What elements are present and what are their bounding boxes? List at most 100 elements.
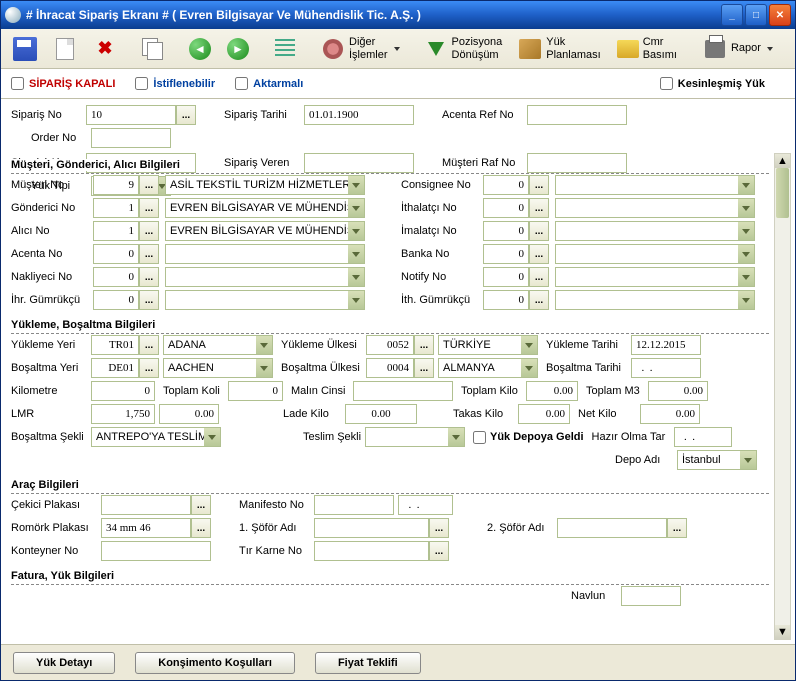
nakliyeci-no-no-input[interactable] <box>93 267 139 287</box>
bosaltma-yeri-combo[interactable]: AACHEN <box>163 358 273 378</box>
diger-islemler-button[interactable]: Diğer İşlemler <box>315 32 406 64</box>
imalatci-no-combo[interactable] <box>555 221 755 241</box>
ihr-gumrukcu-combo[interactable] <box>165 290 365 310</box>
gonderici-no-combo[interactable]: EVREN BİLGİSAYAR VE MÜHENDİST <box>165 198 365 218</box>
scroll-thumb[interactable] <box>776 168 789 218</box>
alici-no-lookup[interactable]: ... <box>139 221 159 241</box>
sofor2-input[interactable] <box>557 518 667 538</box>
ithalatci-no-lookup[interactable]: ... <box>529 198 549 218</box>
ihr-gumrukcu-no-input[interactable] <box>93 290 139 310</box>
romork-lookup[interactable]: ... <box>191 518 211 538</box>
tirkarne-input[interactable] <box>314 541 429 561</box>
yuk-planlamasi-button[interactable]: Yük Planlaması <box>512 32 606 64</box>
save-button[interactable] <box>7 33 43 65</box>
acenta-ref-input[interactable] <box>527 105 627 125</box>
siparis-no-lookup[interactable]: ... <box>176 105 196 125</box>
yukleme-yeri-lookup[interactable]: ... <box>139 335 159 355</box>
close-button[interactable]: ✕ <box>769 4 791 26</box>
lade-kilo-input[interactable] <box>345 404 417 424</box>
romork-input[interactable] <box>101 518 191 538</box>
minimize-button[interactable]: _ <box>721 4 743 26</box>
ithalatci-no-combo[interactable] <box>555 198 755 218</box>
gonderici-no-no-input[interactable] <box>93 198 139 218</box>
bosaltma-ulke-code[interactable] <box>366 358 414 378</box>
siparis-tarihi-input[interactable] <box>304 105 414 125</box>
sofor2-lookup[interactable]: ... <box>667 518 687 538</box>
ihr-gumrukcu-lookup[interactable]: ... <box>139 290 159 310</box>
alici-no-no-input[interactable] <box>93 221 139 241</box>
acenta-no-no-input[interactable] <box>93 244 139 264</box>
fiyat-teklifi-button[interactable]: Fiyat Teklifi <box>315 652 421 674</box>
list-button[interactable] <box>267 33 303 65</box>
notify-no-combo[interactable] <box>555 267 755 287</box>
menu-button[interactable]: Menü <box>791 33 796 65</box>
sofor1-input[interactable] <box>314 518 429 538</box>
malin-cinsi-input[interactable] <box>353 381 453 401</box>
bosaltma-ulke-lookup[interactable]: ... <box>414 358 434 378</box>
notify-no-no-input[interactable] <box>483 267 529 287</box>
musteri-no-combo[interactable]: ASİL TEKSTİL TURİZM HİZMETLERİ <box>165 175 365 195</box>
banka-no-lookup[interactable]: ... <box>529 244 549 264</box>
imalatci-no-lookup[interactable]: ... <box>529 221 549 241</box>
takas-kilo-input[interactable] <box>518 404 570 424</box>
cekici-input[interactable] <box>101 495 191 515</box>
lmr1-input[interactable] <box>91 404 155 424</box>
yukleme-tarihi-input[interactable] <box>631 335 701 355</box>
lmr2-input[interactable] <box>159 404 219 424</box>
consignee-no-lookup[interactable]: ... <box>529 175 549 195</box>
nakliyeci-no-combo[interactable] <box>165 267 365 287</box>
sofor1-lookup[interactable]: ... <box>429 518 449 538</box>
manifesto-input[interactable] <box>314 495 394 515</box>
yukleme-ulke-lookup[interactable]: ... <box>414 335 434 355</box>
yukleme-ulke-code[interactable] <box>366 335 414 355</box>
bosaltma-ulke-combo[interactable]: ALMANYA <box>438 358 538 378</box>
kesinlesmis-yuk-check[interactable]: Kesinleşmiş Yük <box>660 77 765 90</box>
prev-button[interactable]: ◄ <box>183 34 217 64</box>
ithalatci-no-no-input[interactable] <box>483 198 529 218</box>
ith-gumrukcu-no-input[interactable] <box>483 290 529 310</box>
bosaltma-tarihi-input[interactable] <box>631 358 701 378</box>
aktarmali-check[interactable]: Aktarmalı <box>235 77 303 90</box>
rapor-button[interactable]: Rapor <box>697 33 779 65</box>
imalatci-no-no-input[interactable] <box>483 221 529 241</box>
istiflenebilir-check[interactable]: İstiflenebilir <box>135 77 215 90</box>
musteri-no-no-input[interactable] <box>93 175 139 195</box>
ith-gumrukcu-combo[interactable] <box>555 290 755 310</box>
ith-gumrukcu-lookup[interactable]: ... <box>529 290 549 310</box>
consignee-no-combo[interactable] <box>555 175 755 195</box>
tirkarne-lookup[interactable]: ... <box>429 541 449 561</box>
maximize-button[interactable]: □ <box>745 4 767 26</box>
konteyner-input[interactable] <box>101 541 211 561</box>
new-button[interactable] <box>47 33 83 65</box>
banka-no-combo[interactable] <box>555 244 755 264</box>
kilometre-input[interactable] <box>91 381 155 401</box>
depo-adi-combo[interactable]: İstanbul <box>677 450 757 470</box>
banka-no-no-input[interactable] <box>483 244 529 264</box>
next-button[interactable]: ► <box>221 34 255 64</box>
scroll-down-icon[interactable]: ▼ <box>775 625 790 639</box>
copy-button[interactable] <box>135 33 171 65</box>
manifesto2-input[interactable] <box>398 495 453 515</box>
yukleme-yeri-combo[interactable]: ADANA <box>163 335 273 355</box>
scroll-up-icon[interactable]: ▲ <box>775 154 790 168</box>
navlun-input[interactable] <box>621 586 681 606</box>
toplam-m3-input[interactable] <box>648 381 708 401</box>
pozisyona-donusum-button[interactable]: Pozisyona Dönüşüm <box>418 32 509 64</box>
acenta-no-combo[interactable] <box>165 244 365 264</box>
consignee-no-no-input[interactable] <box>483 175 529 195</box>
yuk-depoya-check[interactable]: Yük Depoya Geldi <box>473 431 584 444</box>
bosaltma-sekli-combo[interactable]: ANTREPO'YA TESLİM <box>91 427 221 447</box>
musteri-no-lookup[interactable]: ... <box>139 175 159 195</box>
cmr-basimi-button[interactable]: Cmr Basımı <box>611 32 685 64</box>
yukleme-ulke-combo[interactable]: TÜRKİYE <box>438 335 538 355</box>
bosaltma-yeri-lookup[interactable]: ... <box>139 358 159 378</box>
net-kilo-input[interactable] <box>640 404 700 424</box>
toplam-kilo-input[interactable] <box>526 381 578 401</box>
siparis-no-input[interactable] <box>86 105 176 125</box>
notify-no-lookup[interactable]: ... <box>529 267 549 287</box>
toplam-koli-input[interactable] <box>228 381 283 401</box>
acenta-no-lookup[interactable]: ... <box>139 244 159 264</box>
delete-button[interactable]: ✖ <box>87 33 123 65</box>
cekici-lookup[interactable]: ... <box>191 495 211 515</box>
yuk-detayi-button[interactable]: Yük Detayı <box>13 652 115 674</box>
